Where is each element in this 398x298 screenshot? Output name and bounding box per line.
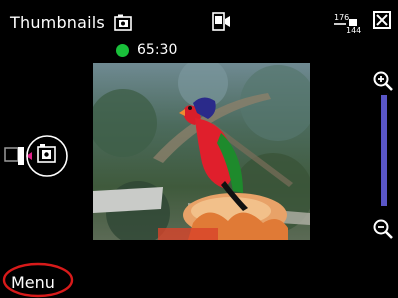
resolution-bottom-label: 144	[346, 26, 361, 35]
resolution-icon[interactable]: 176 144	[332, 11, 366, 35]
zoom-slider[interactable]	[381, 95, 387, 206]
camera-video-switch-icon[interactable]	[0, 135, 75, 177]
camera-mode-icon[interactable]	[210, 11, 232, 33]
close-icon[interactable]	[373, 11, 391, 29]
app-title: Thumbnails	[10, 13, 105, 32]
resolution-top-label: 176	[334, 13, 349, 22]
zoom-out-icon[interactable]	[372, 218, 394, 240]
viewfinder-preview-image	[93, 63, 310, 240]
menu-softkey[interactable]: Menu	[11, 273, 55, 292]
recording-status-dot	[116, 44, 129, 57]
zoom-in-icon[interactable]	[372, 70, 394, 92]
recording-timer: 65:30	[137, 42, 178, 58]
video-camera-icon	[114, 14, 132, 31]
